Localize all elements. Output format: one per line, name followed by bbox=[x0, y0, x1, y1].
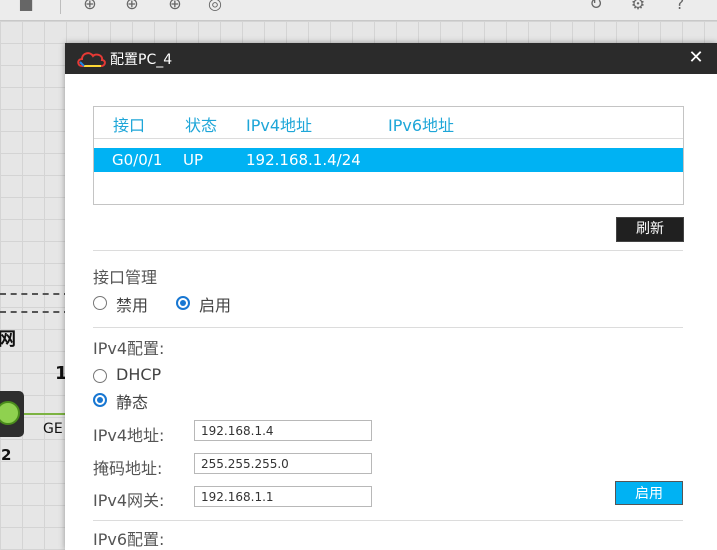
interface-mgmt-label: 接口管理 bbox=[93, 268, 158, 287]
gateway-label: IPv4网关: bbox=[93, 491, 165, 510]
interface-table: 接口 状态 IPv4地址 IPv6地址 G0/0/1 UP 192.168.1.… bbox=[93, 106, 684, 205]
add-link-icon[interactable]: ⊕ bbox=[165, 0, 185, 14]
network-label: 网 bbox=[0, 329, 16, 350]
static-radio[interactable] bbox=[93, 393, 107, 407]
device-label: 2 bbox=[1, 446, 12, 464]
refresh-button[interactable]: 刷新 bbox=[616, 217, 684, 242]
capture-icon[interactable]: ◎ bbox=[205, 0, 225, 14]
config-dialog: 配置PC_4 ✕ 接口 状态 IPv4地址 IPv6地址 G0/0/1 UP 1… bbox=[65, 43, 717, 550]
gateway-input[interactable] bbox=[194, 486, 372, 507]
section-divider bbox=[93, 327, 683, 328]
dialog-title: 配置PC_4 bbox=[110, 52, 173, 68]
enable-radio[interactable] bbox=[176, 296, 190, 310]
settings-icon[interactable]: ⚙ bbox=[628, 0, 648, 14]
cell-ipv4: 192.168.1.4/24 bbox=[246, 151, 361, 169]
disable-radio-label[interactable]: 禁用 bbox=[116, 292, 148, 316]
header-status: 状态 bbox=[185, 116, 218, 135]
header-ipv4: IPv4地址 bbox=[246, 116, 313, 135]
close-button[interactable]: ✕ bbox=[685, 47, 707, 69]
cell-interface: G0/0/1 bbox=[112, 151, 163, 169]
dhcp-radio[interactable] bbox=[93, 369, 107, 383]
add-frame-icon[interactable]: ⊕ bbox=[80, 0, 100, 14]
dhcp-radio-label[interactable]: DHCP bbox=[116, 365, 161, 384]
dialog-titlebar[interactable]: 配置PC_4 ✕ bbox=[65, 43, 717, 74]
header-interface: 接口 bbox=[113, 116, 146, 135]
apply-ipv4-button[interactable]: 启用 bbox=[615, 481, 683, 505]
refresh-icon[interactable]: ↻ bbox=[586, 0, 606, 14]
cell-status: UP bbox=[183, 151, 204, 169]
ipv4-address-input[interactable] bbox=[194, 420, 372, 441]
link-line bbox=[24, 413, 70, 415]
ipv4-address-label: IPv4地址: bbox=[93, 426, 165, 445]
header-ipv6: IPv6地址 bbox=[388, 116, 455, 135]
disable-radio[interactable] bbox=[93, 296, 107, 310]
ipv4-config-label: IPv4配置: bbox=[93, 339, 165, 358]
area-boundary-line bbox=[0, 311, 70, 313]
static-radio-label[interactable]: 静态 bbox=[116, 389, 148, 413]
port-label: GE bbox=[43, 421, 63, 437]
section-divider bbox=[93, 250, 683, 251]
help-icon[interactable]: ? bbox=[670, 0, 690, 14]
mask-label: 掩码地址: bbox=[93, 459, 163, 478]
cloud-logo-icon bbox=[77, 52, 106, 67]
table-header: 接口 状态 IPv4地址 IPv6地址 bbox=[94, 107, 683, 139]
section-divider bbox=[93, 520, 683, 521]
table-row[interactable]: G0/0/1 UP 192.168.1.4/24 bbox=[94, 148, 683, 172]
mask-input[interactable] bbox=[194, 453, 372, 474]
enable-radio-label[interactable]: 启用 bbox=[199, 292, 231, 316]
router-icon[interactable] bbox=[0, 391, 24, 437]
app-toolbar: ■ ⊕ ⊕ ⊕ ◎ ↻ ⚙ ? bbox=[0, 0, 717, 21]
ipv6-config-label: IPv6配置: bbox=[93, 530, 165, 549]
toolbar-divider bbox=[60, 0, 61, 14]
area-boundary-line bbox=[0, 293, 70, 295]
add-node-icon[interactable]: ⊕ bbox=[122, 0, 142, 14]
stop-icon[interactable]: ■ bbox=[16, 0, 36, 14]
